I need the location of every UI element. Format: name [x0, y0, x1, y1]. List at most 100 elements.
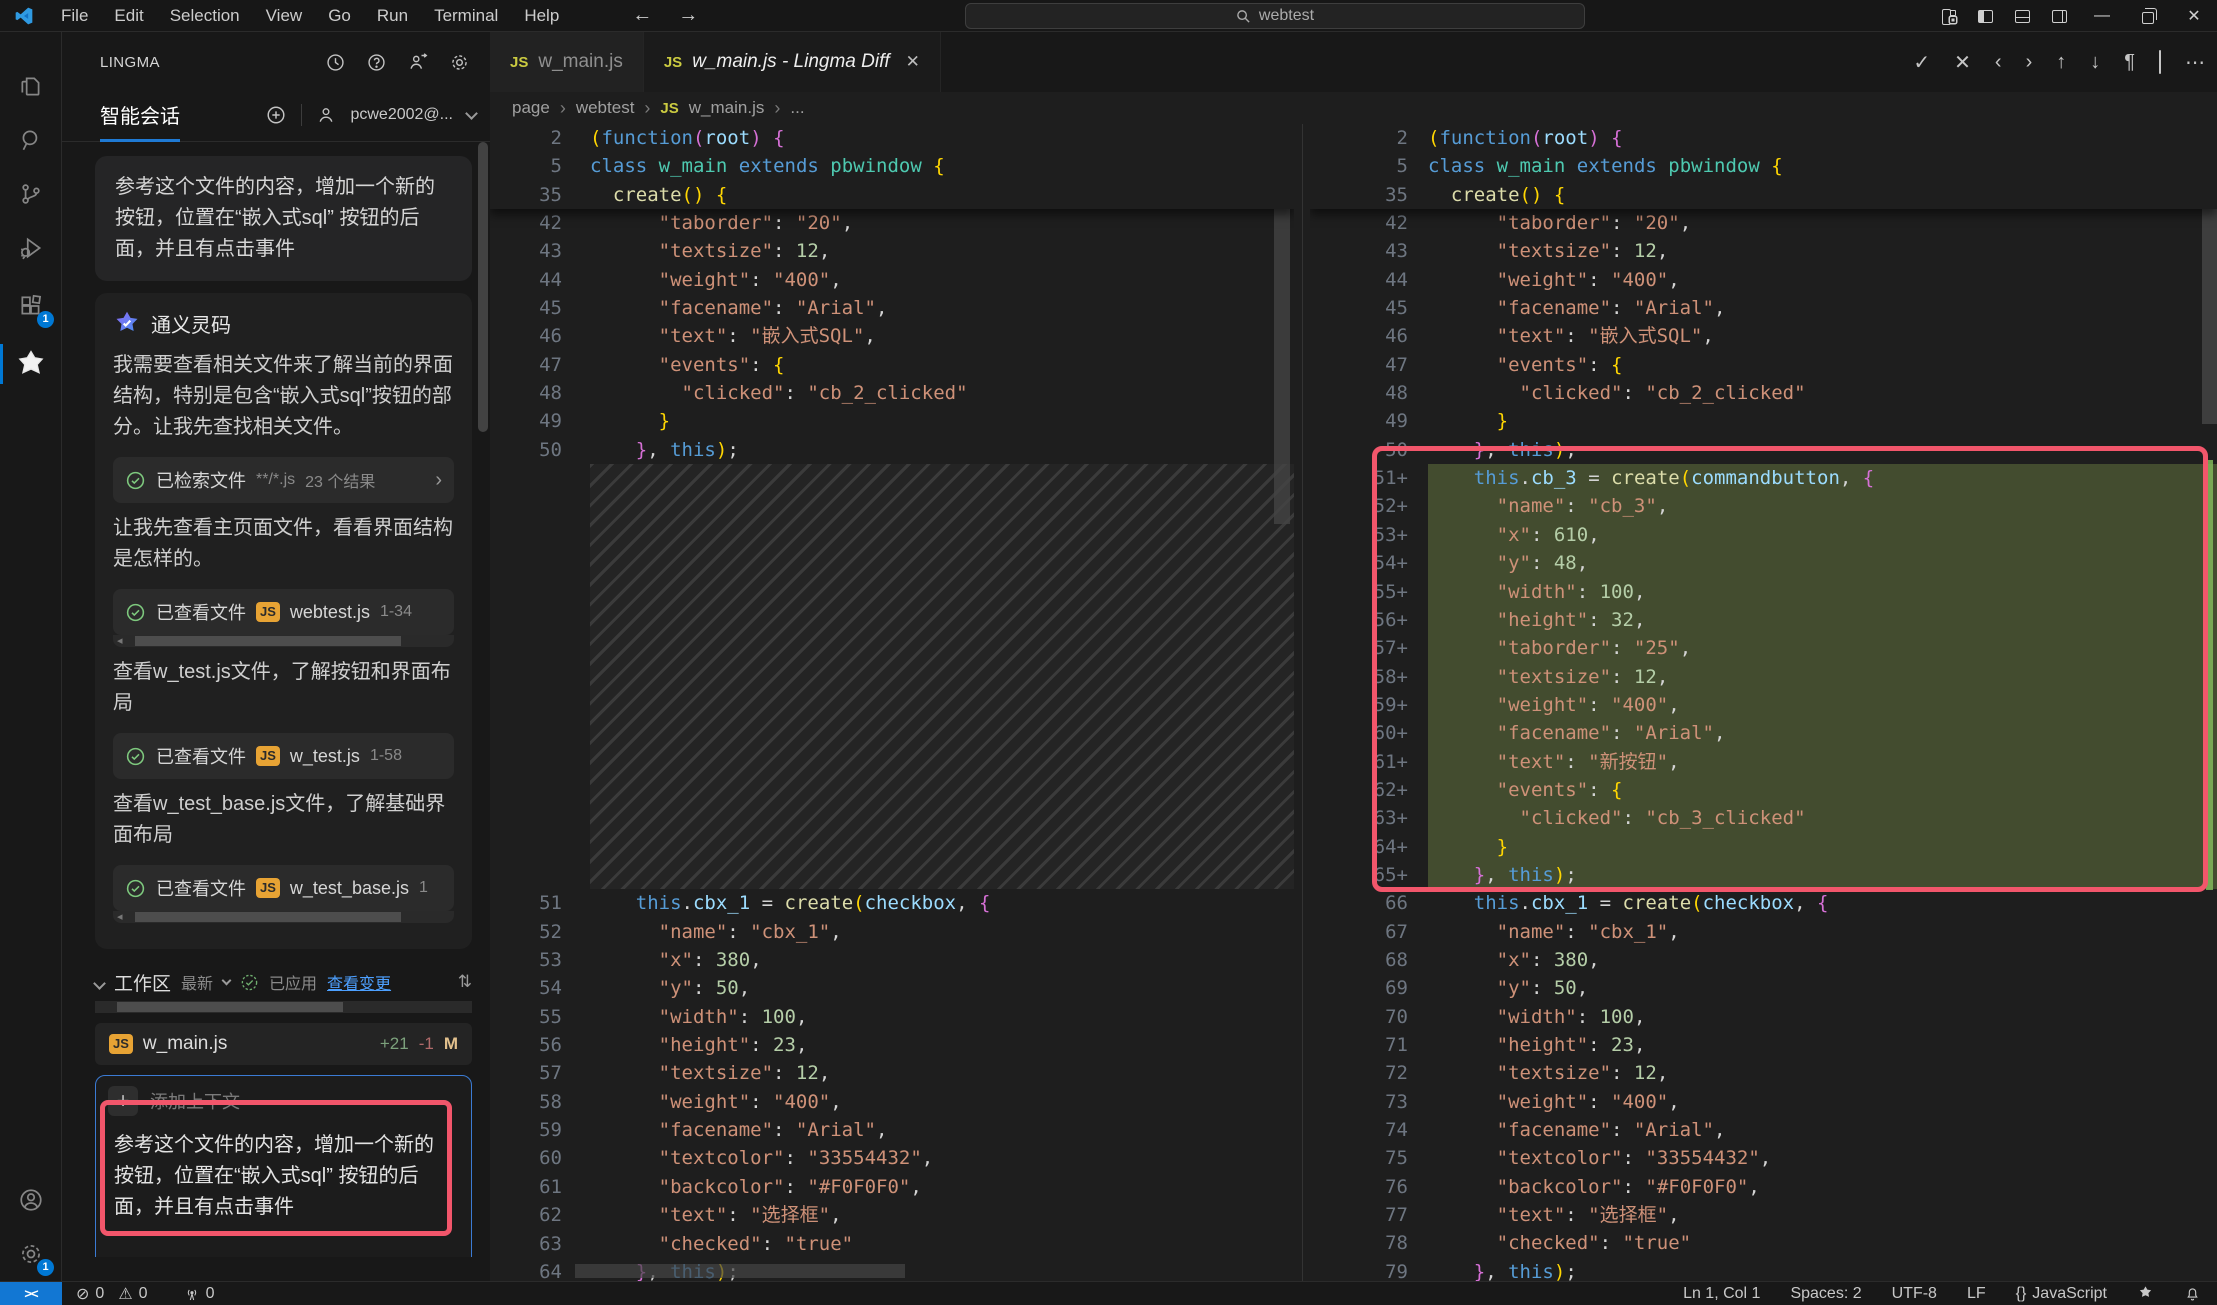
sidebar-scrollbar[interactable]: [478, 142, 488, 432]
notifications-bell-icon[interactable]: [2184, 1285, 2201, 1302]
down-icon[interactable]: ↓: [2090, 51, 2100, 74]
eol-sequence[interactable]: LF: [1967, 1285, 1986, 1303]
latest-chevron-icon[interactable]: [222, 975, 232, 985]
model-dropdown[interactable]: Auto: [189, 1256, 236, 1257]
right-pane-overview-ruler[interactable]: [2202, 124, 2217, 1281]
menu-selection[interactable]: Selection: [157, 0, 253, 32]
breadcrumb[interactable]: page › webtest › JS w_main.js › ...: [490, 92, 2217, 124]
extensions-icon[interactable]: 1: [0, 280, 62, 332]
breadcrumb-page[interactable]: page: [512, 98, 550, 118]
explorer-icon[interactable]: [0, 60, 62, 112]
account-name[interactable]: pcwe2002@...: [350, 106, 453, 124]
tab-wmainjs[interactable]: JS w_main.js: [490, 32, 644, 92]
left-pane-horizontal-scrollbar[interactable]: [575, 1264, 905, 1278]
code-text: "facename": "Arial",: [590, 294, 887, 322]
chevron-right-icon[interactable]: ›: [435, 469, 442, 492]
send-button[interactable]: →: [435, 1252, 459, 1257]
indentation[interactable]: Spaces: 2: [1790, 1285, 1861, 1303]
prev-change-icon[interactable]: ‹: [1995, 51, 2002, 74]
breadcrumb-file[interactable]: w_main.js: [689, 98, 765, 118]
account-chevron-down-icon[interactable]: [465, 107, 478, 120]
accept-icon[interactable]: ✓: [1913, 50, 1930, 75]
search-icon[interactable]: [0, 114, 62, 166]
whitespace-icon[interactable]: ¶: [2124, 51, 2135, 74]
card-horizontal-scrollbar[interactable]: ◂: [113, 911, 454, 923]
restore-button[interactable]: [2125, 0, 2171, 32]
toggle-secondary-sidebar-icon[interactable]: [2052, 10, 2067, 23]
workspace-header[interactable]: 工作区 最新 已应用 查看变更 ⇅: [95, 963, 472, 1001]
line-number: 44: [1310, 266, 1428, 294]
close-tab-icon[interactable]: ✕: [906, 52, 920, 72]
tab-smart-chat[interactable]: 智能会话: [100, 100, 180, 142]
workspace-horizontal-scrollbar[interactable]: [95, 1001, 472, 1013]
menu-edit[interactable]: Edit: [101, 0, 156, 32]
encoding[interactable]: UTF-8: [1892, 1285, 1937, 1303]
step-viewed-file-wtestbase[interactable]: 已查看文件 JS w_test_base.js 1: [113, 865, 454, 911]
more-actions-icon[interactable]: ⋯: [2185, 50, 2205, 75]
menu-file[interactable]: File: [48, 0, 101, 32]
next-change-icon[interactable]: ›: [2026, 51, 2033, 74]
account-icon[interactable]: [0, 1174, 62, 1226]
cursor-position[interactable]: Ln 1, Col 1: [1683, 1285, 1760, 1303]
line-number: 73: [1310, 1088, 1428, 1116]
menu-run[interactable]: Run: [364, 0, 421, 32]
sidebar-settings-gear-icon[interactable]: [449, 52, 470, 73]
lingma-icon[interactable]: [0, 338, 62, 390]
nav-forward-icon[interactable]: →: [678, 4, 698, 27]
workspace-file-row[interactable]: JS w_main.js +21 -1 M: [95, 1023, 472, 1065]
ports-status[interactable]: 0: [184, 1285, 215, 1303]
command-center-search[interactable]: webtest: [965, 3, 1585, 29]
add-context-plus-icon[interactable]: +: [108, 1086, 138, 1116]
diff-modified-pane[interactable]: 2(function(root) {5class w_main extends …: [1310, 124, 2217, 1281]
help-icon[interactable]: [366, 52, 387, 73]
step-viewed-file-wtest[interactable]: 已查看文件 JS w_test.js 1-58: [113, 733, 454, 779]
workspace-collapse-chevron-icon[interactable]: [93, 977, 106, 990]
assistant-paragraph: 我需要查看相关文件来了解当前的界面结构，特别是包含“嵌入式sql”按钮的部分。让…: [113, 350, 454, 443]
diff-original-pane[interactable]: 2(function(root) {5class w_main extends …: [490, 124, 1294, 1281]
close-window-button[interactable]: ✕: [2171, 0, 2217, 32]
add-context-label[interactable]: 添加上下文: [150, 1088, 240, 1114]
chat-input-text[interactable]: 参考这个文件的内容，增加一个新的按钮，位置在“嵌入式sql” 按钮的后面，并且有…: [114, 1130, 453, 1223]
lingma-status-icon[interactable]: [2137, 1285, 2154, 1302]
sort-icon[interactable]: ⇅: [458, 972, 472, 992]
reject-icon[interactable]: ✕: [1954, 50, 1971, 75]
code-text: "events": {: [1428, 776, 1623, 804]
source-control-icon[interactable]: [0, 168, 62, 220]
code-line-added: 62+ "events": {: [1310, 776, 2217, 804]
code-line: 51 this.cbx_1 = create(checkbox, {: [490, 889, 1294, 917]
chat-scroll-area[interactable]: 参考这个文件的内容，增加一个新的按钮，位置在“嵌入式sql” 按钮的后面，并且有…: [62, 142, 490, 1257]
card-horizontal-scrollbar[interactable]: ◂: [113, 635, 454, 647]
diff-sash[interactable]: [1302, 124, 1303, 1281]
breadcrumb-more[interactable]: ...: [790, 98, 804, 118]
language-mode[interactable]: {} JavaScript: [2016, 1285, 2107, 1303]
agent-mode-dropdown[interactable]: 智能体: [108, 1254, 171, 1258]
history-icon[interactable]: [325, 52, 346, 73]
breadcrumb-webtest[interactable]: webtest: [576, 98, 635, 118]
menu-view[interactable]: View: [253, 0, 316, 32]
feedback-user-icon[interactable]: [407, 52, 429, 73]
customize-layout-icon[interactable]: [1942, 9, 1956, 23]
code-text: "textsize": 12,: [1428, 237, 1668, 265]
run-debug-icon[interactable]: [0, 222, 62, 274]
nav-back-icon[interactable]: ←: [632, 4, 652, 27]
menu-terminal[interactable]: Terminal: [421, 0, 511, 32]
step-retrieved-files[interactable]: 已检索文件 **/*.js 23 个结果 ›: [113, 457, 454, 503]
step-viewed-file-webtest[interactable]: 已查看文件 JS webtest.js 1-34: [113, 589, 454, 635]
remote-indicator[interactable]: ><: [0, 1282, 62, 1305]
line-number: 43: [490, 237, 590, 265]
new-chat-plus-icon[interactable]: [265, 104, 287, 126]
up-icon[interactable]: ↑: [2056, 51, 2066, 74]
chat-input-box[interactable]: + 添加上下文 参考这个文件的内容，增加一个新的按钮，位置在“嵌入式sql” 按…: [95, 1075, 472, 1257]
menu-go[interactable]: Go: [315, 0, 364, 32]
toggle-panel-icon[interactable]: [2015, 10, 2030, 23]
menu-help[interactable]: Help: [511, 0, 572, 32]
code-text: "weight": "400",: [1428, 1088, 1680, 1116]
workspace-latest-dropdown[interactable]: 最新: [181, 970, 213, 994]
problems-status[interactable]: ⊘ 0 ⚠ 0: [76, 1284, 148, 1304]
view-changes-link[interactable]: 查看变更: [327, 970, 391, 994]
split-editor-icon[interactable]: [2159, 51, 2161, 74]
minimize-button[interactable]: —: [2079, 0, 2125, 32]
settings-gear-icon[interactable]: 1: [0, 1228, 62, 1280]
toggle-sidebar-icon[interactable]: [1978, 10, 1993, 23]
tab-wmainjs-lingma-diff[interactable]: JS w_main.js - Lingma Diff ✕: [644, 32, 941, 92]
